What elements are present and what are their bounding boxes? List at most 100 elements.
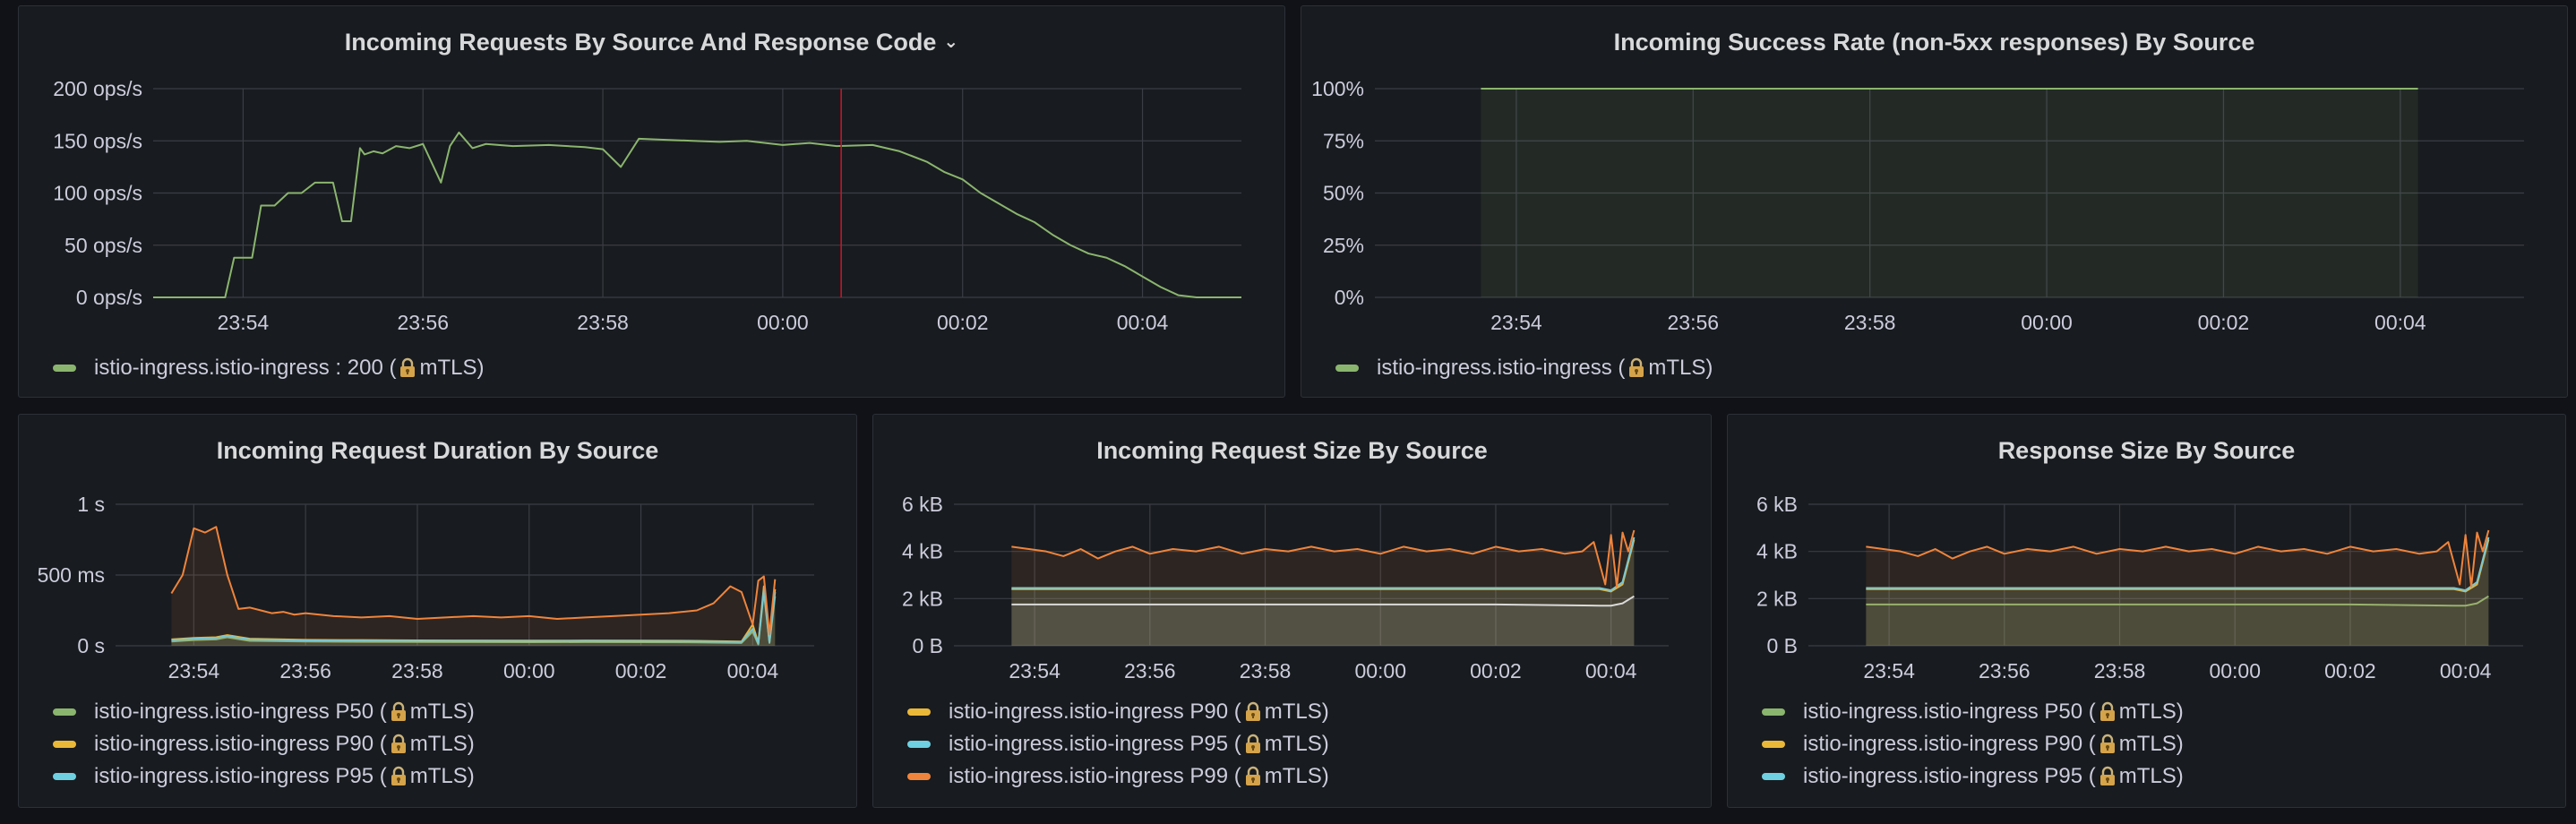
legend-item[interactable]: istio-ingress.istio-ingress (mTLS) — [1335, 352, 1713, 384]
legend-label[interactable]: istio-ingress.istio-ingress P50 ( mTLS) — [1803, 700, 2184, 725]
y-tick-label: 50% — [1323, 182, 1364, 205]
x-tick-label: 23:56 — [1668, 311, 1720, 334]
legend-label[interactable]: istio-ingress.istio-ingress : 200 (mTLS) — [94, 356, 484, 381]
chart-legend: istio-ingress.istio-ingress P50 (mTLS) is… — [1762, 696, 2184, 793]
lock-icon — [1245, 734, 1260, 753]
x-tick-label: 00:02 — [937, 311, 989, 334]
legend-swatch[interactable] — [907, 741, 931, 748]
legend-item[interactable]: istio-ingress.istio-ingress P50 (mTLS) — [53, 696, 475, 728]
x-tick-label: 23:54 — [168, 659, 220, 682]
x-tick-label: 00:04 — [2440, 659, 2492, 682]
chart-incoming-success-rate: 0% 25% 50% 75% 100% 23:54 23:56 23:58 00:00 00:02… — [1311, 77, 2524, 334]
lock-icon — [391, 701, 406, 721]
legend-suffix: mTLS) — [2118, 732, 2184, 756]
panel-incoming-success-rate: Incoming Success Rate (non-5xx responses… — [1301, 5, 2568, 398]
legend-swatch[interactable] — [1762, 741, 1785, 748]
legend-swatch[interactable] — [1335, 365, 1359, 372]
legend-item[interactable]: istio-ingress.istio-ingress : 200 (mTLS) — [53, 352, 484, 384]
legend-swatch[interactable] — [1762, 708, 1785, 716]
y-tick-label: 25% — [1323, 234, 1364, 257]
legend-suffix: mTLS) — [2118, 764, 2184, 788]
legend-text: istio-ingress.istio-ingress P95 ( — [949, 732, 1241, 756]
x-tick-label: 00:02 — [1470, 659, 1522, 682]
chart-legend: istio-ingress.istio-ingress P90 (mTLS) is… — [907, 696, 1329, 793]
legend-label[interactable]: istio-ingress.istio-ingress P90 (mTLS) — [1803, 732, 2184, 757]
legend-text: istio-ingress.istio-ingress ( — [1377, 356, 1626, 380]
x-tick-label: 00:04 — [727, 659, 779, 682]
x-tick-label: 00:00 — [503, 659, 555, 682]
series-line — [153, 131, 1241, 298]
lock-icon — [2099, 734, 2115, 753]
lock-icon — [1629, 357, 1644, 377]
legend-label[interactable]: istio-ingress.istio-ingress (mTLS) — [1377, 356, 1713, 381]
y-tick-label: 100% — [1311, 77, 1364, 100]
y-tick-label: 4 kB — [1756, 540, 1798, 563]
y-tick-label: 100 ops/s — [53, 182, 142, 205]
legend-suffix: mTLS) — [409, 700, 475, 724]
legend-text: istio-ingress.istio-ingress P99 ( — [949, 764, 1241, 788]
series-area — [1481, 89, 2418, 297]
legend-swatch[interactable] — [907, 773, 931, 780]
chart-legend: istio-ingress.istio-ingress : 200 (mTLS) — [53, 352, 484, 384]
lock-icon — [1245, 701, 1260, 721]
legend-text: istio-ingress.istio-ingress P90 ( — [94, 732, 387, 756]
x-tick-label: 00:04 — [1585, 659, 1637, 682]
x-tick-label: 23:56 — [397, 311, 449, 334]
x-tick-label: 23:58 — [577, 311, 629, 334]
legend-item[interactable]: istio-ingress.istio-ingress P90 (mTLS) — [907, 696, 1329, 728]
series-area — [1866, 529, 2489, 646]
y-tick-label: 6 kB — [902, 493, 943, 516]
legend-text: istio-ingress.istio-ingress P95 ( — [1803, 764, 2096, 788]
x-tick-label: 00:00 — [1354, 659, 1406, 682]
lock-icon — [400, 357, 416, 377]
legend-swatch[interactable] — [907, 708, 931, 716]
x-tick-label: 23:56 — [279, 659, 331, 682]
lock-icon — [2099, 766, 2115, 785]
legend-item[interactable]: istio-ingress.istio-ingress P90 (mTLS) — [53, 728, 475, 760]
lock-icon — [391, 766, 406, 785]
y-tick-label: 0 s — [77, 634, 105, 657]
x-tick-label: 23:54 — [1490, 311, 1542, 334]
y-tick-label: 200 ops/s — [53, 77, 142, 100]
x-tick-label: 23:56 — [1979, 659, 2031, 682]
x-tick-label: 00:04 — [2374, 311, 2426, 334]
y-tick-label: 0 ops/s — [76, 286, 142, 309]
y-tick-label: 6 kB — [1756, 493, 1798, 516]
x-tick-label: 23:58 — [1240, 659, 1292, 682]
x-tick-label: 00:00 — [2021, 311, 2073, 334]
legend-label[interactable]: istio-ingress.istio-ingress P90 (mTLS) — [94, 732, 475, 757]
legend-label[interactable]: istio-ingress.istio-ingress P50 (mTLS) — [94, 700, 475, 725]
x-tick-label: 23:54 — [218, 311, 270, 334]
legend-text: istio-ingress.istio-ingress P95 ( — [94, 764, 387, 788]
y-tick-label: 4 kB — [902, 540, 943, 563]
panel-incoming-requests: Incoming Requests By Source And Response… — [18, 5, 1285, 398]
legend-text: istio-ingress.istio-ingress P50 ( — [1803, 700, 2096, 724]
legend-item[interactable]: istio-ingress.istio-ingress P95 ( mTLS) — [1762, 760, 2184, 793]
legend-swatch[interactable] — [53, 741, 76, 748]
legend-suffix: mTLS) — [1264, 700, 1329, 724]
x-tick-label: 00:00 — [757, 311, 809, 334]
legend-label[interactable]: istio-ingress.istio-ingress P95 ( mTLS) — [1803, 764, 2184, 789]
legend-label[interactable]: istio-ingress.istio-ingress P90 (mTLS) — [949, 700, 1329, 725]
x-tick-label: 00:04 — [1117, 311, 1169, 334]
legend-item[interactable]: istio-ingress.istio-ingress P99 ( mTLS) — [907, 760, 1329, 793]
legend-suffix: mTLS) — [1264, 764, 1329, 788]
legend-label[interactable]: istio-ingress.istio-ingress P99 ( mTLS) — [949, 764, 1329, 789]
legend-item[interactable]: istio-ingress.istio-ingress P50 ( mTLS) — [1762, 696, 2184, 728]
legend-label[interactable]: istio-ingress.istio-ingress P95 (mTLS) — [949, 732, 1329, 757]
legend-item[interactable]: istio-ingress.istio-ingress P95 (mTLS) — [907, 728, 1329, 760]
legend-swatch[interactable] — [53, 773, 76, 780]
panel-request-duration: Incoming Request Duration By Source 0 s5… — [18, 414, 857, 808]
y-tick-label: 0 B — [1766, 634, 1798, 657]
legend-swatch[interactable] — [1762, 773, 1785, 780]
legend-item[interactable]: istio-ingress.istio-ingress P90 (mTLS) — [1762, 728, 2184, 760]
panel-response-size: Response Size By Source 0 B2 kB 4 kB 6 kB 2… — [1727, 414, 2566, 808]
x-tick-label: 00:02 — [2198, 311, 2250, 334]
legend-suffix: mTLS) — [2118, 700, 2184, 724]
legend-item[interactable]: istio-ingress.istio-ingress P95 (mTLS) — [53, 760, 475, 793]
legend-label[interactable]: istio-ingress.istio-ingress P95 (mTLS) — [94, 764, 475, 789]
x-tick-label: 23:56 — [1124, 659, 1176, 682]
legend-swatch[interactable] — [53, 365, 76, 372]
panel-request-size: Incoming Request Size By Source 0 B2 kB 4… — [872, 414, 1712, 808]
legend-swatch[interactable] — [53, 708, 76, 716]
